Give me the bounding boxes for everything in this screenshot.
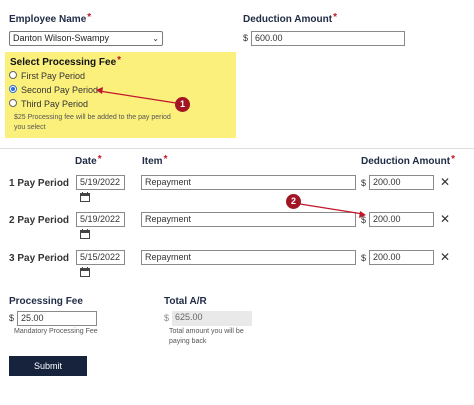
annotation-1-arrow [98,90,177,104]
annotation-overlay [96,87,366,218]
annotation-2-arrowhead [359,211,366,218]
annotation-marker-1: 1 [175,97,190,112]
annotation-1-arrowhead [96,87,103,94]
annotation-marker-2: 2 [286,194,301,209]
annotation-2-arrow [299,203,364,215]
